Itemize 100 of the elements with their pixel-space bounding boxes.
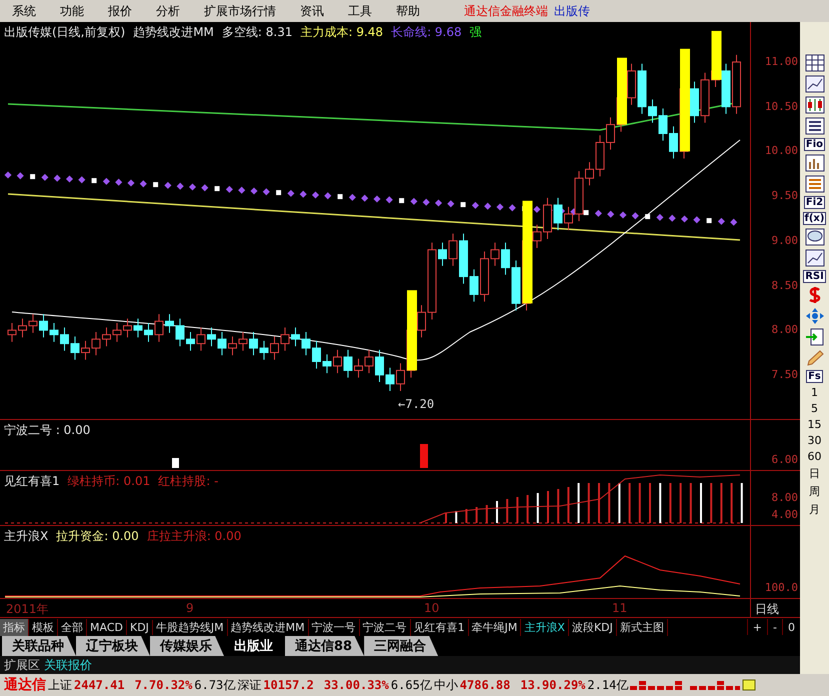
index-amount: 2.14亿 (587, 676, 628, 694)
histogram-bar (455, 511, 458, 524)
index-name: 上证 (48, 676, 72, 694)
line-chart-icon[interactable] (804, 75, 824, 93)
index-amount: 6.73亿 (194, 676, 236, 694)
candlestick (291, 327, 300, 347)
candlestick (364, 349, 374, 374)
index-name: 深证 (237, 676, 262, 694)
candlestick-icon[interactable] (804, 96, 824, 114)
candlestick (480, 251, 489, 302)
candlestick (207, 327, 216, 347)
candlestick (144, 322, 153, 342)
period-button[interactable]: 月 (809, 502, 820, 517)
arrow-into-box-icon[interactable] (804, 328, 824, 346)
bar-chart-icon[interactable] (804, 154, 824, 172)
indicator-tab[interactable]: KDJ (126, 620, 153, 634)
menu-item[interactable]: 扩展市场行情 (200, 2, 288, 20)
index-name: 中小 (434, 676, 458, 694)
candlestick (501, 242, 510, 276)
histogram-bar (740, 483, 743, 524)
app-title: 通达信金融终端 (464, 2, 548, 20)
toolbar-button[interactable]: Fio (804, 138, 826, 151)
toolbar-button[interactable]: f(x) (802, 212, 826, 225)
extension-tab[interactable]: 关联报价 (44, 656, 92, 674)
indicator-tab[interactable]: 指标 (0, 618, 29, 636)
candlestick (585, 162, 594, 186)
index-value: 2447.41 (74, 678, 125, 692)
menu-item[interactable]: 分析 (152, 2, 192, 20)
candlestick (448, 233, 458, 266)
index-change: 13.90.29% (520, 678, 586, 692)
sector-tab[interactable]: 三网融合 (364, 636, 438, 656)
notice-icon[interactable] (742, 678, 756, 692)
histogram-bar (578, 483, 580, 524)
candlestick (39, 314, 48, 338)
period-button[interactable]: 日 (809, 466, 820, 481)
candlestick (270, 336, 279, 360)
period-button[interactable]: 5 (811, 402, 818, 415)
menu-item[interactable]: 帮助 (392, 2, 432, 20)
candlestick (196, 327, 206, 352)
menu-item[interactable]: 资讯 (296, 2, 336, 20)
signal-bar (172, 458, 179, 468)
sector-tab[interactable]: 通达信88 (285, 636, 364, 656)
toolbar-button[interactable]: Fs (806, 370, 823, 383)
candlestick (722, 63, 730, 114)
value-axis-label: 4.00 (770, 508, 799, 522)
sector-tab[interactable]: 关联品种 (2, 636, 76, 656)
list-icon[interactable] (804, 117, 824, 135)
period-button[interactable]: 60 (808, 450, 822, 463)
menu-item[interactable]: 功能 (56, 2, 96, 20)
indicator-tab[interactable]: MACD (87, 620, 127, 634)
period-button[interactable]: 15 (808, 418, 822, 431)
speech-bubble-icon[interactable] (804, 228, 824, 246)
indicator-readout: 红柱持股: - (158, 473, 218, 490)
period-button[interactable]: 1 (811, 386, 818, 399)
index-change: 7.70.32% (134, 678, 192, 692)
price-axis-label: 10.00 (764, 144, 798, 158)
indicator-readout: 趋势线改进MM (133, 24, 214, 41)
candlestick (596, 134, 604, 177)
value-axis-label: 100.0 (764, 581, 799, 594)
candlestick (554, 197, 562, 231)
indicator-readout: 主升浪X (4, 528, 48, 546)
candlestick (102, 327, 111, 347)
candlestick (81, 340, 90, 360)
candlestick (165, 314, 174, 334)
list-icon[interactable] (804, 175, 824, 193)
sector-tab[interactable]: 传媒娱乐 (150, 636, 224, 656)
candlestick (60, 327, 69, 352)
pencil-icon[interactable] (804, 349, 824, 367)
candlestick (92, 332, 100, 356)
value-axis-label: 6.00 (770, 453, 799, 466)
menu-item[interactable]: 报价 (104, 2, 144, 20)
candlestick (627, 63, 636, 106)
toolbar-button[interactable]: Fi2 (804, 196, 826, 209)
index-amount: 6.65亿 (390, 676, 432, 694)
toolbar-button[interactable]: RSI (803, 270, 826, 283)
menu-item[interactable]: 系统 (8, 2, 48, 20)
period-button[interactable]: 30 (808, 434, 822, 447)
candlestick (123, 318, 132, 338)
grid-icon[interactable] (804, 54, 824, 72)
indicator-readout: 长命线: 9.68 (391, 24, 462, 41)
candlestick (134, 318, 142, 338)
extension-tab[interactable]: 扩展区 (4, 656, 40, 674)
period-button[interactable]: 周 (809, 484, 820, 499)
sector-tab[interactable]: 辽宁板块 (76, 636, 150, 656)
candlestick (564, 206, 573, 231)
status-brand: 通达信 (4, 676, 46, 694)
line-chart-icon[interactable] (804, 249, 824, 267)
indicator-readout: 主力成本: 9.48 (300, 24, 384, 41)
stock-title: 出版传 (554, 2, 590, 20)
menu-item[interactable]: 工具 (344, 2, 384, 20)
candlestick (658, 108, 668, 142)
price-axis-label: 9.50 (772, 189, 798, 202)
date-axis-label: 9 (186, 601, 194, 615)
histogram-bar (659, 483, 662, 524)
candlestick (638, 63, 646, 114)
candlestick (8, 322, 16, 342)
price-axis-label: 7.50 (772, 368, 798, 381)
candlestick (512, 260, 520, 312)
four-arrows-icon[interactable] (804, 307, 824, 325)
candlestick (249, 332, 258, 356)
